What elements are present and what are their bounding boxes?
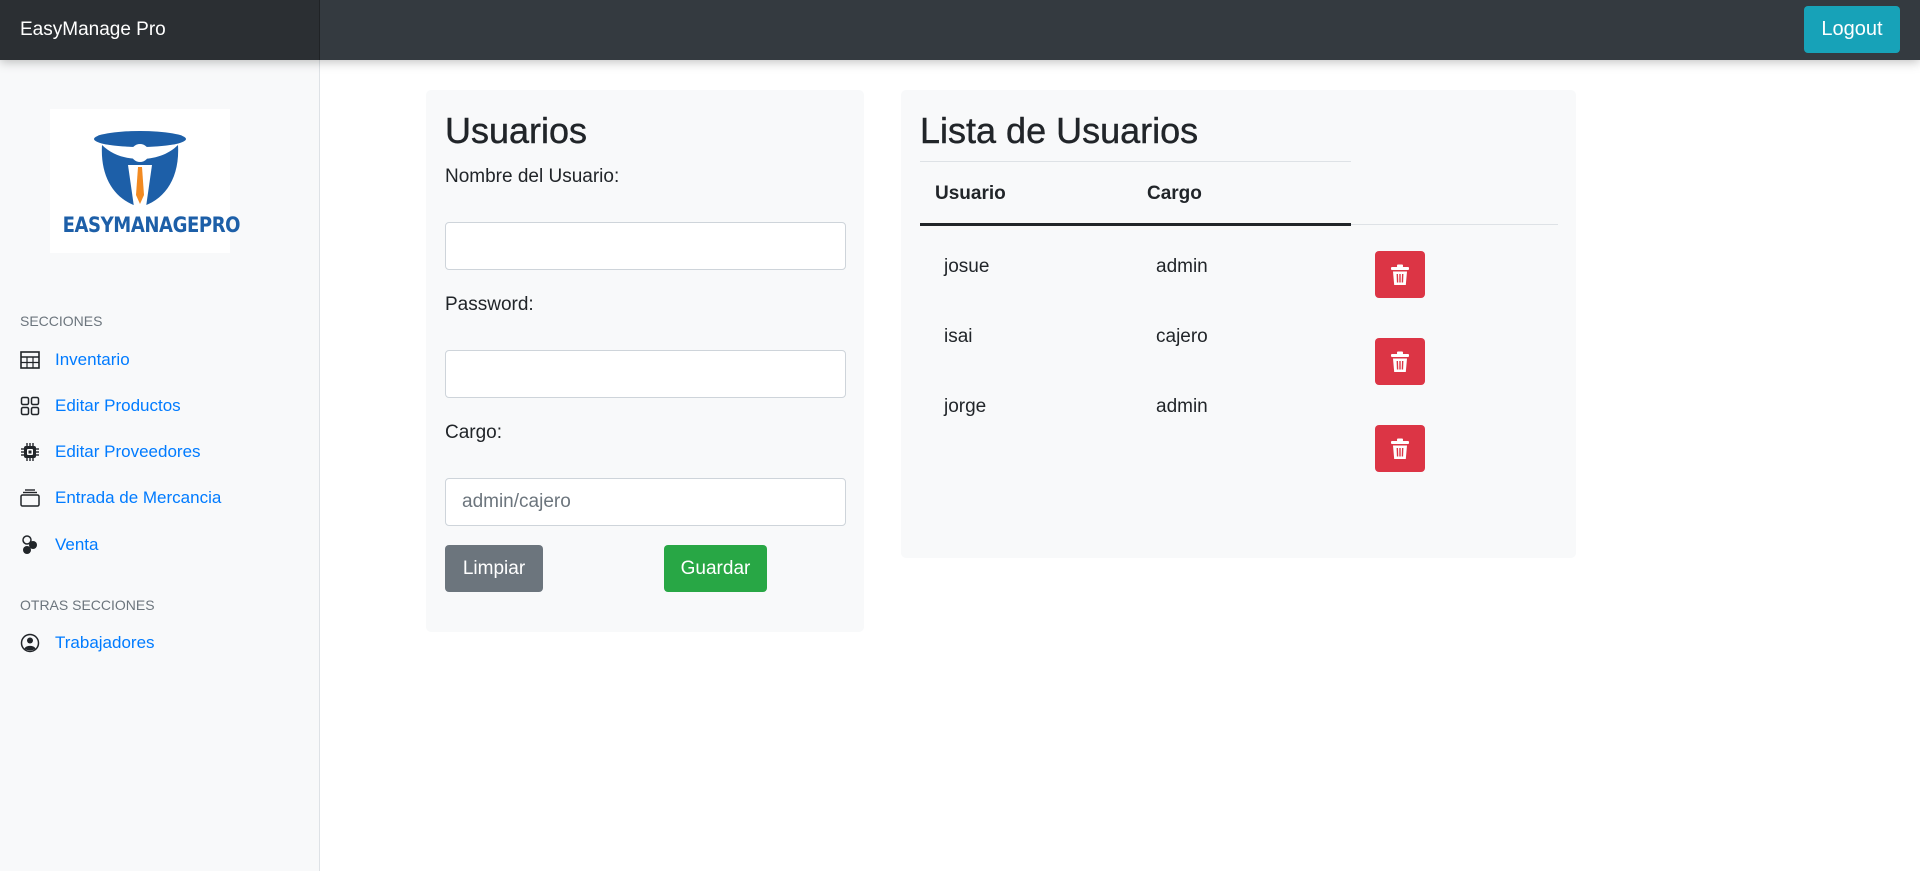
sidebar-item-label: Trabajadores — [55, 633, 155, 652]
sidebar-item-editar-proveedores[interactable]: Editar Proveedores — [20, 437, 201, 467]
title-divider — [920, 161, 1351, 162]
cell-user: jorge — [944, 396, 987, 417]
table-header-border — [920, 223, 1351, 226]
user-form-panel: Usuarios Nombre del Usuario: Password: C… — [426, 90, 864, 632]
form-title: Usuarios — [445, 110, 588, 151]
sidebar-item-label: Inventario — [55, 350, 130, 369]
column-header-usuario: Usuario — [935, 183, 1006, 204]
sidebar-item-inventario[interactable]: Inventario — [20, 345, 130, 375]
role-label: Cargo: — [445, 422, 503, 443]
trash-icon — [1391, 351, 1409, 372]
column-header-cargo: Cargo — [1147, 183, 1202, 204]
logo-wordmark: EASYMANAGEPRO — [62, 213, 241, 237]
cell-user: isai — [944, 326, 973, 347]
sidebar: EASYMANAGEPRO SECCIONES Inventario Edita… — [0, 60, 320, 871]
list-title: Lista de Usuarios — [920, 110, 1199, 151]
sidebar-item-label: Editar Proveedores — [55, 442, 201, 461]
save-button[interactable]: Guardar — [664, 545, 767, 592]
delete-button[interactable] — [1375, 425, 1425, 472]
app-logo: EASYMANAGEPRO — [50, 109, 241, 253]
cell-role: cajero — [1156, 326, 1208, 347]
cell-user: josue — [944, 256, 990, 277]
sidebar-item-venta[interactable]: Venta — [20, 530, 99, 560]
cell-role: admin — [1156, 396, 1208, 417]
delete-button[interactable] — [1375, 338, 1425, 385]
stack-icon — [20, 489, 40, 507]
username-input[interactable] — [445, 222, 846, 270]
brand-name[interactable]: EasyManage Pro — [0, 0, 320, 60]
logout-button[interactable]: Logout — [1804, 6, 1900, 53]
person-circle-icon — [20, 633, 40, 653]
role-input[interactable] — [445, 478, 846, 526]
username-label: Nombre del Usuario: — [445, 166, 620, 187]
user-list-panel: Lista de Usuarios Usuario Cargo josue ad… — [901, 90, 1576, 558]
sidebar-item-label: Editar Productos — [55, 396, 181, 415]
sidebar-item-editar-productos[interactable]: Editar Productos — [20, 391, 181, 421]
section-heading: SECCIONES — [20, 313, 103, 329]
sidebar-item-entrada-de-mercancia[interactable]: Entrada de Mercancia — [20, 483, 221, 513]
clear-button[interactable]: Limpiar — [445, 545, 543, 592]
sidebar-item-label: Entrada de Mercancia — [55, 488, 222, 507]
grid-icon — [20, 396, 40, 416]
trash-icon — [1391, 438, 1409, 459]
trash-icon — [1391, 264, 1409, 285]
table-header-border-right — [1351, 224, 1558, 225]
toggles-icon — [22, 535, 37, 554]
top-navbar: EasyManage Pro Logout — [0, 0, 1920, 60]
section-heading: OTRAS SECCIONES — [20, 597, 155, 613]
sidebar-item-label: Venta — [55, 535, 99, 554]
password-label: Password: — [445, 294, 534, 315]
table-icon — [20, 351, 40, 369]
sidebar-item-trabajadores[interactable]: Trabajadores — [20, 628, 155, 658]
cell-role: admin — [1156, 256, 1208, 277]
password-input[interactable] — [445, 350, 846, 398]
delete-button[interactable] — [1375, 251, 1425, 298]
cpu-icon — [21, 443, 39, 461]
